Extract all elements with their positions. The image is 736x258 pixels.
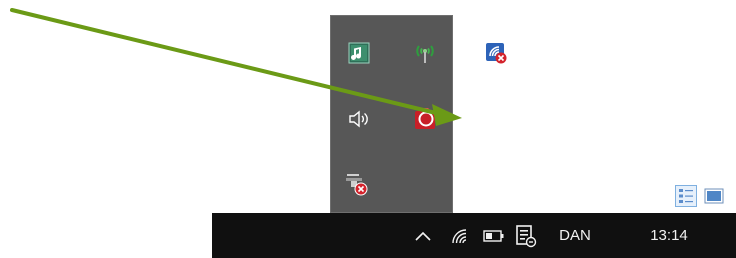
network-error-icon[interactable] bbox=[482, 39, 510, 67]
onedrive-cloud-icon[interactable] bbox=[475, 105, 503, 133]
clock[interactable]: 13:14 bbox=[640, 213, 698, 258]
wireless-antenna-icon[interactable] bbox=[411, 39, 439, 67]
battery-icon[interactable] bbox=[480, 213, 508, 258]
device-disconnected-icon[interactable] bbox=[343, 170, 371, 198]
language-indicator[interactable]: DAN bbox=[550, 213, 600, 258]
chevron-up-icon[interactable] bbox=[408, 213, 438, 258]
taskbar: DAN 13:14 bbox=[212, 213, 736, 258]
details-view-icon[interactable] bbox=[675, 185, 697, 207]
notes-icon[interactable] bbox=[512, 213, 540, 258]
preview-view-icon[interactable] bbox=[703, 185, 725, 207]
screenshot-stage: DAN 13:14 bbox=[0, 0, 736, 258]
language-label: DAN bbox=[559, 227, 591, 244]
music-app-icon[interactable] bbox=[345, 39, 373, 67]
wifi-icon[interactable] bbox=[446, 213, 474, 258]
red-app-icon[interactable] bbox=[411, 105, 439, 133]
clock-time: 13:14 bbox=[650, 227, 688, 244]
volume-icon[interactable] bbox=[345, 105, 373, 133]
